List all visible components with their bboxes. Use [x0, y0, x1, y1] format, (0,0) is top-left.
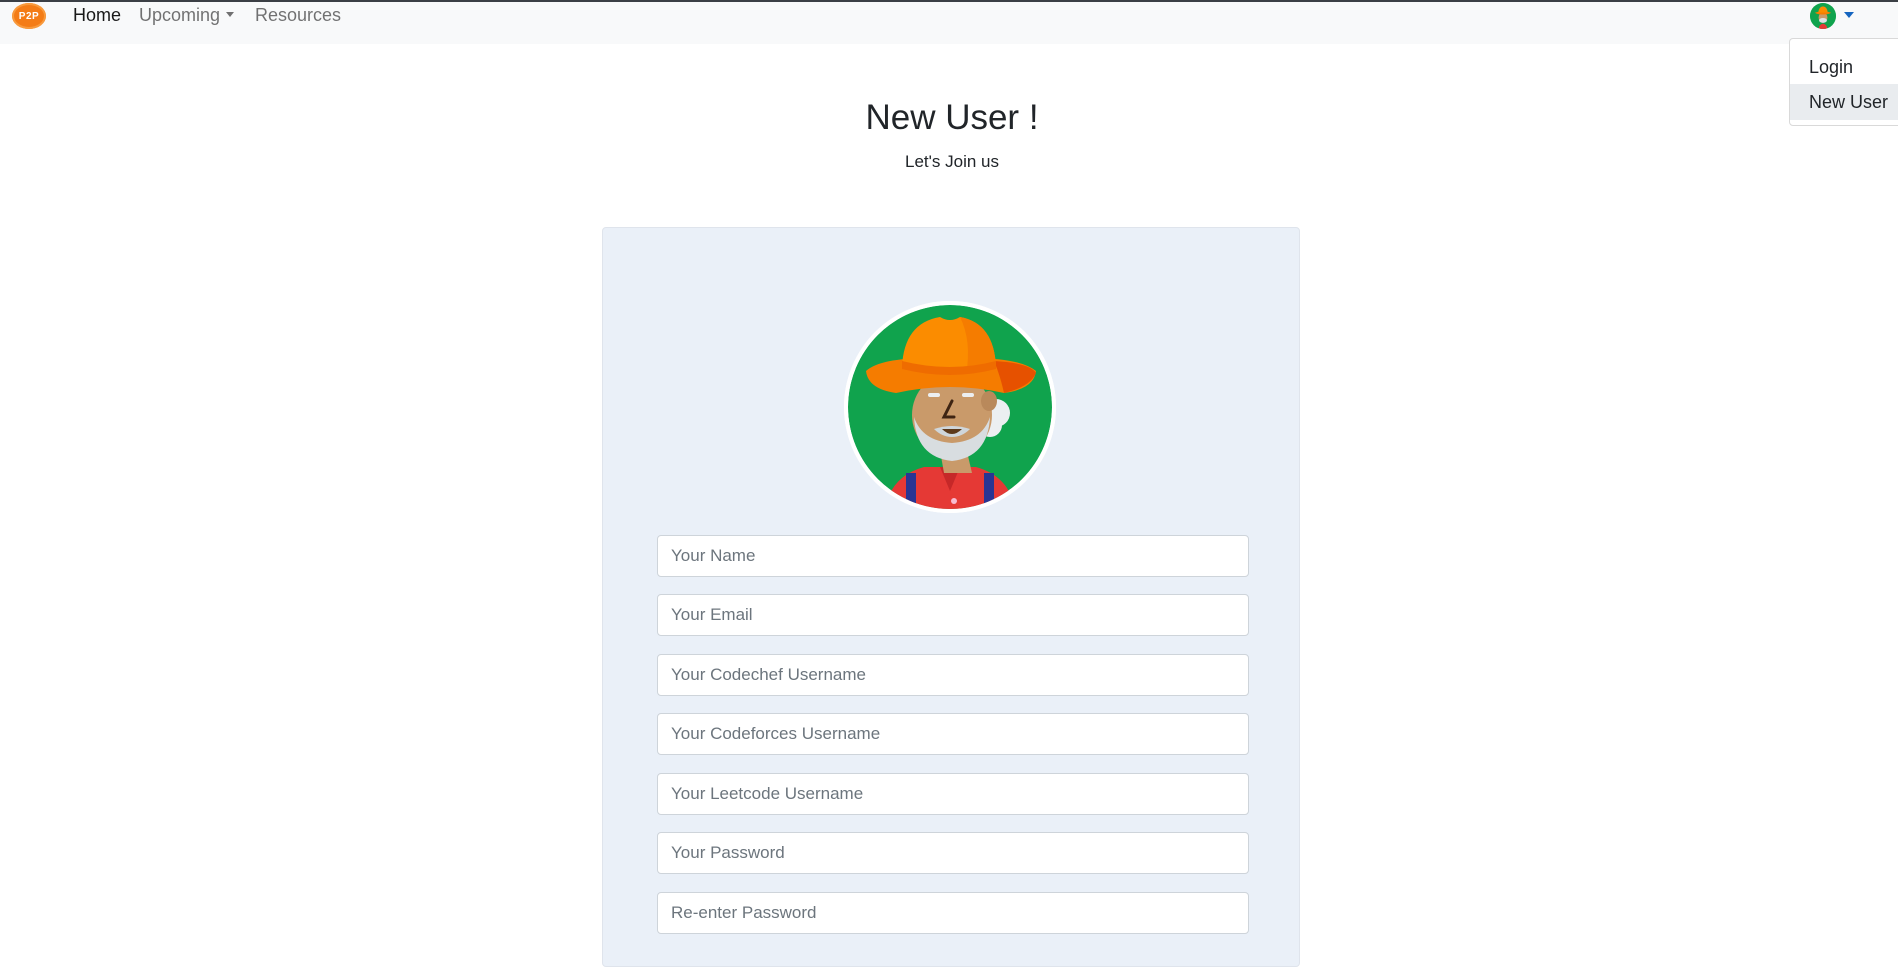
chevron-down-icon [226, 12, 235, 17]
email-field[interactable] [657, 594, 1249, 636]
nav-link-upcoming[interactable]: Upcoming [139, 4, 235, 26]
brand-logo[interactable]: P2P [12, 3, 46, 29]
nav-link-resources[interactable]: Resources [255, 4, 341, 26]
top-navbar: P2P Home Upcoming Resources [0, 2, 1898, 44]
nav-link-home[interactable]: Home [73, 4, 121, 26]
name-field[interactable] [657, 535, 1249, 577]
dropdown-item-login[interactable]: Login [1790, 49, 1898, 85]
farmer-avatar-icon [1810, 3, 1836, 29]
leetcode-username-field[interactable] [657, 773, 1249, 815]
password-field[interactable] [657, 832, 1249, 874]
farmer-avatar-icon [844, 301, 1056, 513]
user-avatar-icon[interactable] [1810, 3, 1836, 29]
codechef-username-field[interactable] [657, 654, 1249, 696]
caret-down-icon[interactable] [1844, 12, 1854, 18]
nav-link-upcoming-label: Upcoming [139, 5, 221, 25]
page-title: New User ! [865, 98, 1039, 137]
signup-card [602, 227, 1300, 967]
profile-avatar [844, 301, 1056, 513]
confirm-password-field[interactable] [657, 892, 1249, 934]
codeforces-username-field[interactable] [657, 713, 1249, 755]
page-subtitle: Let's Join us [905, 152, 999, 171]
